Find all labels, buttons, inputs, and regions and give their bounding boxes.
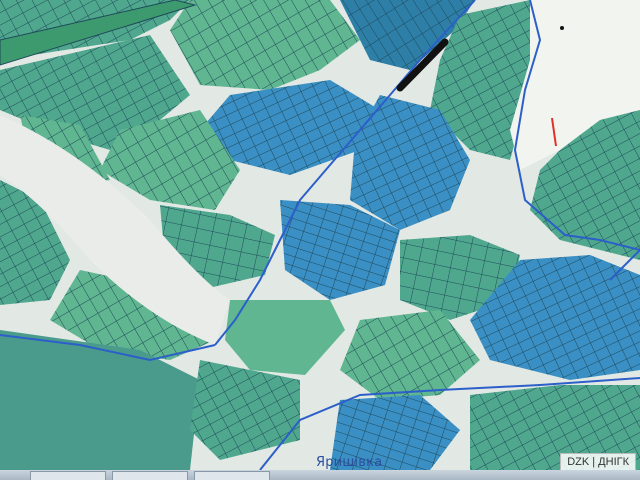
taskbar-tab[interactable] (30, 471, 106, 480)
place-label: Яришівка (316, 455, 383, 470)
taskbar-tab[interactable] (194, 471, 270, 480)
attribution-badge: DZK | ДНІГК (560, 453, 636, 471)
taskbar-tab[interactable] (112, 471, 188, 480)
black-dot-icon (560, 26, 564, 30)
cadastral-map[interactable] (0, 0, 640, 480)
taskbar-icon (0, 470, 640, 480)
